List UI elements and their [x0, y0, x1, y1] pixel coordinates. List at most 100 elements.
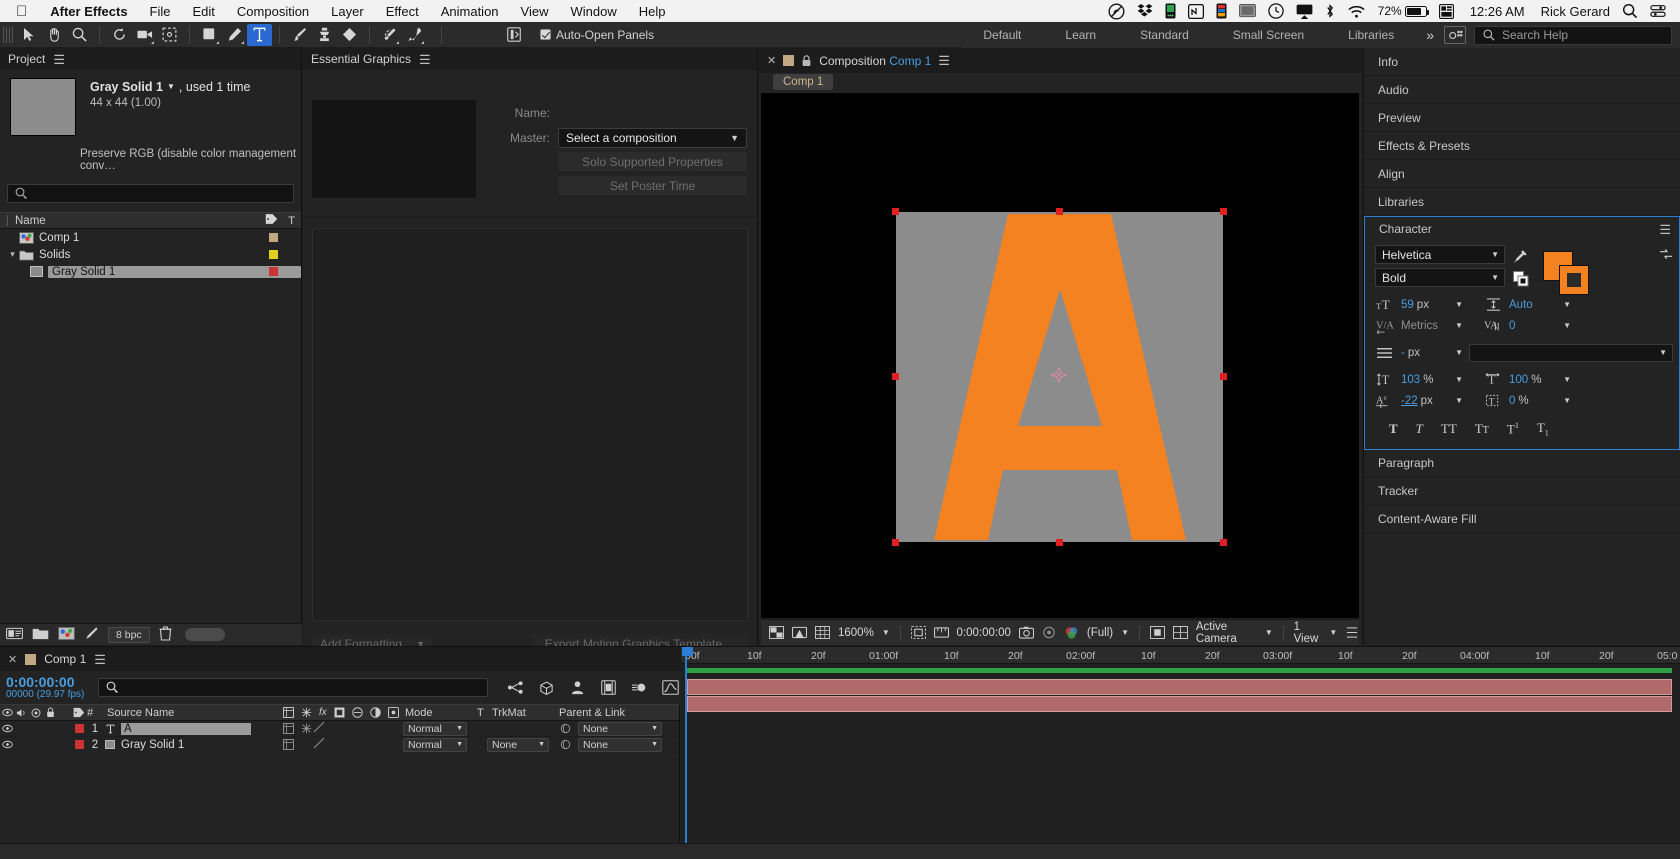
- timeline-col-index[interactable]: #: [87, 707, 103, 719]
- menu-edit[interactable]: Edit: [193, 4, 215, 19]
- selection-tool[interactable]: [17, 24, 42, 46]
- panel-tab-preview[interactable]: Preview: [1364, 104, 1680, 132]
- superscript-icon[interactable]: T1: [1507, 421, 1519, 437]
- colorsync-icon[interactable]: [1216, 3, 1227, 19]
- toggle-transparency-icon[interactable]: [769, 625, 784, 640]
- creative-cloud-icon[interactable]: [1108, 3, 1125, 20]
- list-item[interactable]: Gray Solid 1: [0, 263, 301, 280]
- apple-icon[interactable]: : [16, 4, 27, 19]
- snapshot-icon[interactable]: [1018, 625, 1034, 640]
- current-time-value[interactable]: 0:00:00:00: [957, 627, 1011, 639]
- toggle-guides-icon[interactable]: [1149, 625, 1165, 640]
- hide-shy-layers-icon[interactable]: [568, 679, 586, 697]
- zoom-level-value[interactable]: 1600%: [838, 627, 874, 639]
- toggle-transparency-grid-icon[interactable]: [1172, 625, 1188, 640]
- layer-parent-pickwhip[interactable]: [560, 739, 571, 750]
- project-settings-icon[interactable]: [84, 626, 99, 644]
- chevron-down-icon[interactable]: ▼: [1563, 321, 1571, 330]
- rotation-tool[interactable]: [107, 24, 132, 46]
- project-col-type[interactable]: T: [288, 215, 295, 227]
- horizontal-scale-field[interactable]: T 100 % ▼: [1483, 371, 1577, 388]
- chevron-down-icon[interactable]: ▼: [1563, 300, 1571, 309]
- display-icon[interactable]: [1238, 3, 1256, 19]
- leading-field[interactable]: Auto ▼: [1483, 296, 1577, 313]
- timeline-ruler[interactable]: 00f 10f 20f 01:00f 10f 20f 02:00f 10f 20…: [681, 647, 1680, 664]
- panel-tab-content-aware-fill[interactable]: Content-Aware Fill: [1364, 505, 1680, 534]
- workspace-settings-icon[interactable]: [1444, 26, 1466, 44]
- dropbox-icon[interactable]: [1137, 3, 1153, 19]
- chevron-down-icon[interactable]: ▼: [1455, 396, 1463, 405]
- baseline-shift-field[interactable]: Aa -22 px ▼: [1375, 392, 1469, 409]
- composition-tab-title[interactable]: Composition Comp 1: [819, 54, 931, 68]
- selection-handle[interactable]: [892, 208, 899, 215]
- layer-duration-bar[interactable]: [687, 696, 1672, 712]
- new-composition-icon[interactable]: [58, 626, 75, 643]
- selection-handle[interactable]: [1056, 539, 1063, 546]
- chevron-down-icon[interactable]: ▼: [1329, 628, 1337, 637]
- panel-tab-audio[interactable]: Audio: [1364, 76, 1680, 104]
- type-tool[interactable]: [247, 23, 272, 46]
- menu-username[interactable]: Rick Gerard: [1541, 4, 1610, 19]
- chevron-down-icon[interactable]: ▼: [1455, 375, 1463, 384]
- snapping-icon[interactable]: [501, 24, 526, 46]
- anchor-point-icon[interactable]: [1049, 365, 1069, 385]
- panel-tab-effects-presets[interactable]: Effects & Presets: [1364, 132, 1680, 160]
- shape-tool[interactable]: [197, 24, 222, 46]
- font-style-dropdown[interactable]: Bold ▼: [1375, 268, 1505, 287]
- eg-panel-menu-icon[interactable]: ☰: [419, 53, 431, 66]
- project-tab-label[interactable]: Project: [8, 52, 45, 66]
- roto-brush-tool[interactable]: [377, 24, 402, 46]
- hand-tool[interactable]: [42, 24, 67, 46]
- timeline-col-source-name[interactable]: Source Name: [107, 707, 174, 719]
- pen-tool[interactable]: [222, 24, 247, 46]
- chevron-down-icon[interactable]: ▼: [1121, 628, 1129, 637]
- vertical-scale-field[interactable]: T 103 % ▼: [1375, 371, 1469, 388]
- layer-switches[interactable]: [283, 739, 294, 750]
- menu-layer[interactable]: Layer: [331, 4, 364, 19]
- menu-app-name[interactable]: After Effects: [50, 4, 127, 19]
- chevron-down-icon[interactable]: ▼: [882, 628, 890, 637]
- kerning-field[interactable]: V/A Metrics ▼: [1375, 317, 1469, 334]
- chevron-down-icon[interactable]: ▼: [1455, 348, 1463, 357]
- draft-3d-icon[interactable]: [537, 679, 555, 697]
- faux-italic-icon[interactable]: T: [1416, 421, 1423, 437]
- layer-label-swatch[interactable]: [71, 740, 87, 749]
- font-size-field[interactable]: TT 59 px ▼: [1375, 296, 1469, 313]
- camera-value[interactable]: Active Camera: [1196, 621, 1257, 645]
- chevron-down-icon[interactable]: ▼: [167, 82, 175, 91]
- control-center-icon[interactable]: [1650, 3, 1666, 19]
- panel-tab-info[interactable]: Info: [1364, 48, 1680, 76]
- all-caps-icon[interactable]: TT: [1441, 421, 1457, 437]
- layer-name[interactable]: A: [121, 722, 251, 735]
- selection-handle[interactable]: [1056, 208, 1063, 215]
- close-icon[interactable]: ✕: [8, 653, 17, 666]
- layer-mode-dropdown[interactable]: Normal ▼: [403, 737, 467, 752]
- camera-tool[interactable]: [132, 24, 157, 46]
- layer-label-swatch[interactable]: [71, 724, 87, 733]
- spotlight-icon[interactable]: [1622, 3, 1638, 19]
- chevron-down-icon[interactable]: ▼: [1563, 396, 1571, 405]
- battery-indicator[interactable]: 72%: [1378, 4, 1429, 18]
- twirl-down-icon[interactable]: ▾: [6, 249, 19, 260]
- layer-trkmat-dropdown[interactable]: None ▼: [487, 737, 549, 752]
- interpret-footage-icon[interactable]: [6, 627, 23, 643]
- composition-mini-flowchart-icon[interactable]: [506, 679, 524, 697]
- resolution-value[interactable]: (Full): [1087, 627, 1113, 639]
- timeline-col-parent-link[interactable]: Parent & Link: [559, 707, 625, 719]
- label-tag-icon[interactable]: [265, 213, 278, 228]
- layer-mode-dropdown[interactable]: Normal ▼: [403, 721, 467, 736]
- menu-file[interactable]: File: [150, 4, 171, 19]
- menu-view[interactable]: View: [521, 4, 549, 19]
- layer-parent-dropdown[interactable]: None ▼: [578, 721, 662, 736]
- layer-parent-pickwhip[interactable]: [560, 723, 571, 734]
- auto-open-panels-toggle[interactable]: Auto-Open Panels: [540, 28, 654, 42]
- toggle-mask-icon[interactable]: [792, 625, 807, 640]
- solo-supported-properties-button[interactable]: Solo Supported Properties: [558, 152, 747, 171]
- layer-name[interactable]: Gray Solid 1: [121, 739, 184, 751]
- faux-bold-icon[interactable]: T: [1389, 421, 1398, 437]
- timeline-col-mode[interactable]: Mode: [405, 707, 433, 719]
- toolbar-grip[interactable]: [3, 26, 13, 43]
- chevron-down-icon[interactable]: ▼: [1265, 628, 1273, 637]
- close-icon[interactable]: ✕: [767, 54, 776, 67]
- pan-behind-tool[interactable]: [157, 24, 182, 46]
